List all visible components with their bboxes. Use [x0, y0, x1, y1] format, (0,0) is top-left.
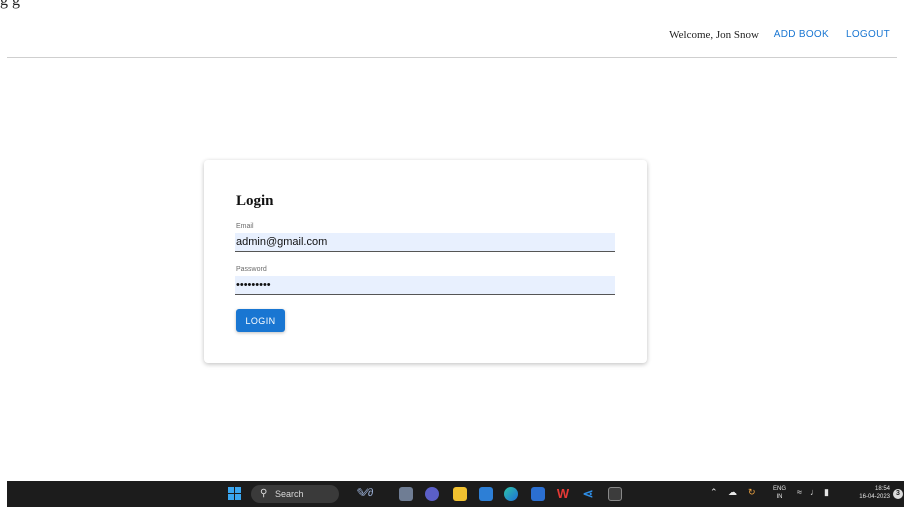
welcome-text: Welcome, Jon Snow	[669, 29, 759, 41]
mail-icon[interactable]	[479, 487, 493, 501]
windows-start-icon[interactable]	[228, 487, 242, 501]
notification-badge[interactable]: 3	[893, 489, 903, 499]
clock-time: 18:54	[874, 486, 890, 492]
file-explorer-icon[interactable]	[453, 487, 467, 501]
word-icon[interactable]	[531, 487, 545, 501]
wps-office-icon[interactable]: W	[556, 487, 570, 501]
taskbar-search-box[interactable]: ⚲ Search	[251, 485, 339, 503]
chevron-up-icon[interactable]: ⌃	[710, 487, 718, 498]
task-view-icon[interactable]	[399, 487, 413, 501]
region-code: IN	[776, 494, 783, 500]
password-label: Password	[236, 266, 267, 273]
windows-taskbar: ⚲ Search ✎⁄⁄∂ W ⋖ ⌃ ☁ ↻ ENG IN ≈ ♩ ▮ 18:…	[7, 481, 904, 507]
add-book-link[interactable]: ADD BOOK	[774, 29, 829, 40]
vscode-icon[interactable]: ⋖	[581, 487, 595, 501]
password-field-group: Password	[235, 266, 615, 295]
battery-icon[interactable]: ▮	[824, 487, 829, 498]
search-icon: ⚲	[260, 488, 268, 499]
language-indicator[interactable]: ENG IN	[773, 485, 786, 501]
teams-chat-icon[interactable]	[425, 487, 439, 501]
widgets-icon[interactable]: ✎⁄⁄∂	[355, 486, 395, 501]
edge-browser-icon[interactable]	[504, 487, 518, 501]
login-button[interactable]: LOGIN	[236, 309, 285, 332]
logout-link[interactable]: LOGOUT	[846, 29, 890, 40]
email-field-group: Email	[235, 223, 615, 252]
login-title: Login	[236, 193, 274, 209]
top-navbar: Welcome, Jon Snow ADD BOOK LOGOUT	[7, 10, 897, 58]
email-input[interactable]	[235, 233, 615, 252]
terminal-icon[interactable]	[608, 487, 622, 501]
clock-date: 16-04-2023	[859, 494, 890, 500]
onedrive-icon[interactable]: ☁	[728, 487, 737, 498]
clipped-page-header: g g	[0, 0, 904, 10]
taskbar-search-label: Search	[275, 489, 304, 499]
taskbar-clock[interactable]: 18:54 16-04-2023	[859, 485, 890, 501]
password-input[interactable]	[235, 276, 615, 295]
language-code: ENG	[773, 486, 787, 492]
bluetooth-icon[interactable]: ↻	[748, 487, 756, 498]
speaker-icon[interactable]: ♩	[810, 487, 819, 497]
login-card: Login Email Password LOGIN	[204, 160, 647, 363]
wifi-icon[interactable]: ≈	[797, 487, 802, 497]
clipped-header-text: g g	[0, 0, 20, 9]
email-label: Email	[236, 223, 254, 230]
